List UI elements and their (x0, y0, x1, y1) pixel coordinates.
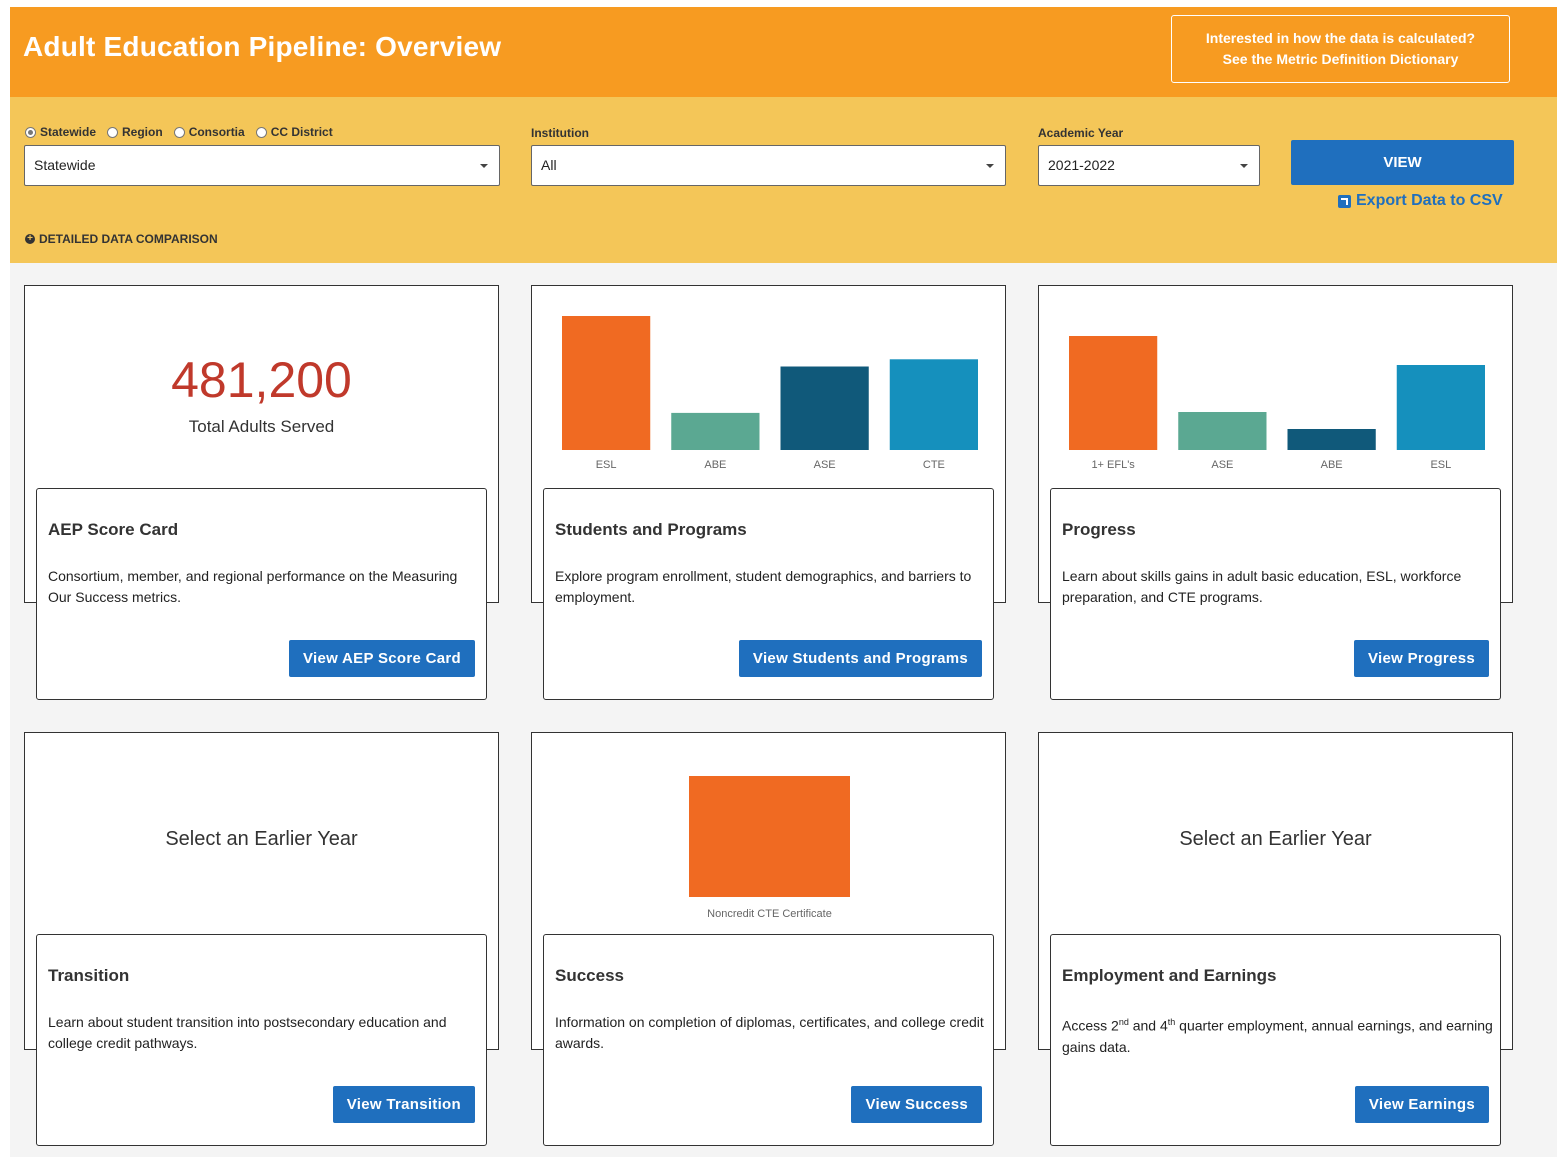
radio-label: Region (122, 125, 163, 139)
radio-cc-district[interactable]: CC District (255, 125, 333, 139)
bar-label: ESL (596, 459, 617, 471)
institution-select-value: All (541, 157, 557, 173)
export-label: Export Data to CSV (1356, 192, 1503, 209)
external-link-icon (1338, 194, 1351, 208)
academic-year-select[interactable]: 2021-2022 (1038, 145, 1260, 186)
card-title: Success (555, 966, 624, 985)
view-earnings-button[interactable]: View Earnings (1354, 1086, 1489, 1123)
bar-label: CTE (923, 459, 945, 471)
bar-label: 1+ EFL's (1091, 459, 1135, 471)
card-title: AEP Score Card (48, 520, 179, 539)
bar-esl (562, 316, 651, 450)
card-title: Progress (1062, 520, 1136, 539)
chevron-down-icon (1240, 164, 1248, 168)
card-description: Explore program enrollment, student demo… (555, 568, 972, 605)
radio-dot[interactable] (25, 126, 36, 138)
scorecard-card: AEP Score Card Consortium, member, and r… (36, 488, 487, 700)
radio-label: Statewide (40, 125, 97, 139)
card-title: Employment and Earnings (1062, 966, 1277, 985)
bar-label: ABE (1321, 459, 1343, 471)
total-adults-label: Total Adults Served (188, 417, 335, 436)
geo-select-value: Statewide (34, 157, 96, 173)
detail-label: DETAILED DATA COMPARISON (39, 232, 218, 246)
card-description: Learn about student transition into post… (48, 1014, 447, 1051)
radio-label: Consortia (188, 125, 245, 139)
students-chart: ESL ABE ASE CTE (562, 316, 978, 471)
chevron-down-icon (986, 164, 994, 168)
card-description: Access 2nd and 4th quarter employment, a… (1062, 1012, 1494, 1058)
export-csv-link[interactable]: Export Data to CSV (1338, 192, 1503, 210)
total-adults-number: 481,200 (171, 352, 352, 408)
dictionary-line1: Interested in how the data is calculated… (1205, 30, 1476, 46)
page-frame: Adult Education Pipeline: Overview Inter… (10, 7, 1557, 1157)
success-chart: Noncredit CTE Certificate (689, 776, 850, 920)
page-title: Adult Education Pipeline: Overview (23, 31, 502, 62)
page-header: Adult Education Pipeline: Overview Inter… (10, 7, 1557, 97)
bar-label: ESL (1430, 459, 1451, 471)
desc-part: and 4 (1128, 1017, 1168, 1034)
card-description: Learn about skills gains in adult basic … (1062, 568, 1462, 605)
desc-sup: nd (1118, 1017, 1129, 1027)
view-transition-button[interactable]: View Transition (332, 1086, 475, 1123)
detailed-comparison-toggle[interactable]: + DETAILED DATA COMPARISON (25, 232, 218, 246)
card-title: Transition (48, 966, 130, 985)
bar-label: ASE (814, 459, 836, 471)
radio-dot[interactable] (255, 126, 267, 138)
bar-ase (780, 366, 869, 450)
view-students-button[interactable]: View Students and Programs (738, 640, 982, 677)
bar-cte (889, 359, 978, 450)
bar-abe (671, 412, 760, 450)
bar-label: ASE (1211, 459, 1233, 471)
view-progress-button[interactable]: View Progress (1353, 640, 1489, 677)
geo-select[interactable]: Statewide (24, 145, 500, 186)
view-success-button[interactable]: View Success (851, 1086, 982, 1123)
geo-radio-group: Statewide Region Consortia CC District (25, 125, 344, 139)
metric-dictionary-button[interactable]: Interested in how the data is calculated… (1171, 15, 1510, 83)
bar-abe (1287, 429, 1376, 450)
academic-year-label: Academic Year (1038, 126, 1124, 140)
card-description: Information on completion of diplomas, c… (555, 1014, 984, 1051)
bar-ase (1178, 412, 1267, 450)
radio-region[interactable]: Region (107, 125, 163, 139)
card-description: Consortium, member, and regional perform… (48, 568, 458, 605)
chevron-down-icon (480, 164, 488, 168)
students-card: Students and Programs Explore program en… (543, 488, 994, 700)
transition-card: Transition Learn about student transitio… (36, 934, 487, 1146)
select-earlier-year-message: Select an Earlier Year (1179, 828, 1372, 850)
institution-label: Institution (531, 126, 589, 140)
radio-dot[interactable] (107, 126, 119, 138)
progress-chart: 1+ EFL's ASE ABE ESL (1069, 336, 1485, 471)
plus-circle-icon: + (25, 234, 35, 244)
success-card: Success Information on completion of dip… (543, 934, 994, 1146)
bar-label: Noncredit CTE Certificate (707, 908, 832, 920)
employment-card: Employment and Earnings Access 2nd and 4… (1050, 934, 1501, 1146)
filter-bar: Statewide Region Consortia CC District S… (10, 97, 1557, 263)
progress-card: Progress Learn about skills gains in adu… (1050, 488, 1501, 700)
bar-1-efl-s (1069, 336, 1158, 450)
bar-noncredit-cte-certificate (689, 776, 850, 897)
bar-esl (1396, 365, 1485, 450)
bar-label: ABE (704, 459, 726, 471)
dictionary-line2: See the Metric Definition Dictionary (1222, 51, 1459, 67)
view-button[interactable]: VIEW (1291, 140, 1514, 185)
radio-consortia[interactable]: Consortia (173, 125, 245, 139)
select-earlier-year-message: Select an Earlier Year (165, 828, 358, 850)
desc-part: Access 2 (1062, 1017, 1119, 1034)
institution-select[interactable]: All (531, 145, 1006, 186)
card-title: Students and Programs (555, 520, 747, 539)
academic-year-value: 2021-2022 (1048, 157, 1115, 173)
radio-label: CC District (270, 125, 333, 139)
radio-statewide[interactable]: Statewide (25, 125, 96, 139)
radio-dot[interactable] (173, 126, 185, 138)
view-scorecard-button[interactable]: View AEP Score Card (289, 640, 475, 677)
